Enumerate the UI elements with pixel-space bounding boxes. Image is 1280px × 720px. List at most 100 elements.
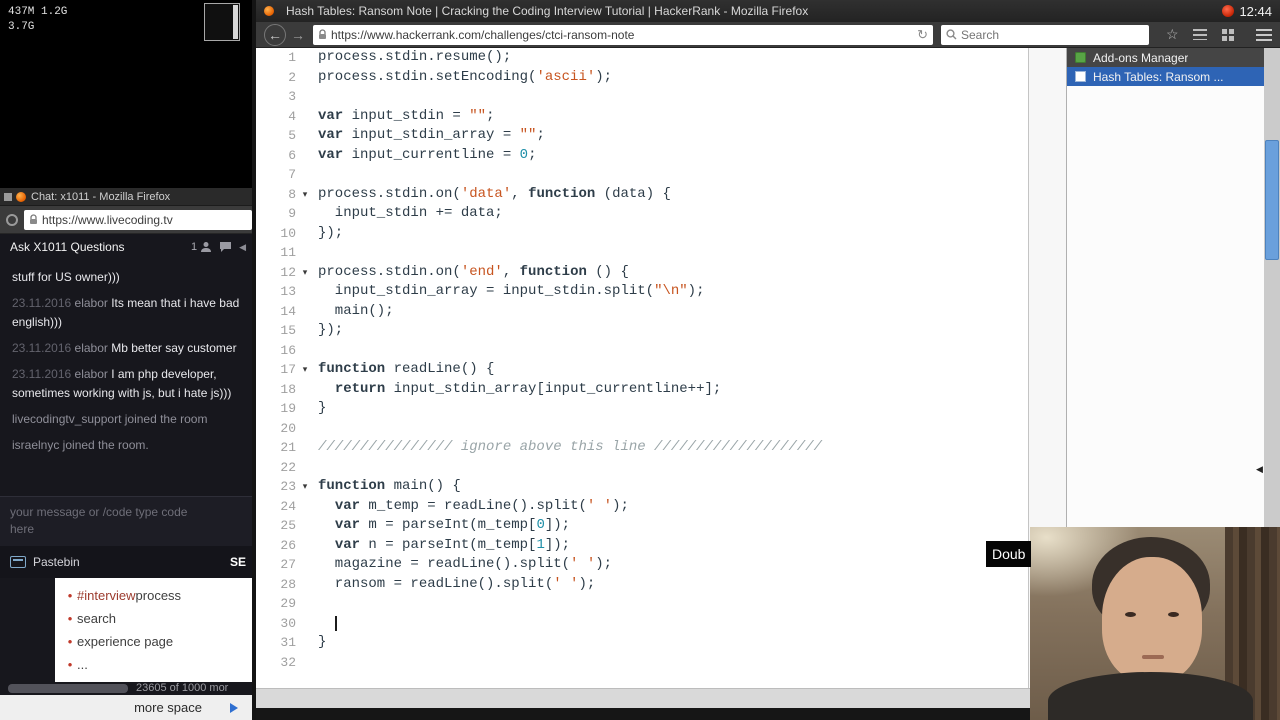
code-line[interactable]: var input_currentline = 0; — [318, 146, 1028, 166]
code-token: () { — [586, 263, 629, 280]
code-token: ); — [578, 575, 596, 592]
browser-titlebar[interactable]: Hash Tables: Ransom Note | Cracking the … — [256, 0, 1280, 22]
code-line[interactable]: process.stdin.setEncoding('ascii'); — [318, 68, 1028, 88]
code-line[interactable]: var m = parseInt(m_temp[0]); — [318, 516, 1028, 536]
search-input[interactable] — [957, 27, 1149, 42]
code-line[interactable] — [318, 594, 1028, 614]
chat-header: Ask X1011 Questions 1 ◀ — [0, 234, 252, 260]
lock-icon — [319, 29, 326, 39]
identity-icon[interactable] — [6, 213, 18, 226]
code-line[interactable] — [318, 243, 1028, 263]
code-line[interactable]: process.stdin.resume(); — [318, 48, 1028, 68]
code-line[interactable]: function main() { — [318, 477, 1028, 497]
more-space-link[interactable]: more space — [134, 700, 202, 715]
code-line[interactable]: process.stdin.on('end', function () { — [318, 263, 1028, 283]
fold-open-icon[interactable]: ▾ — [296, 189, 314, 200]
forward-button[interactable]: → — [291, 28, 305, 42]
sidebar-tab[interactable]: Add-ons Manager — [1067, 48, 1264, 67]
code-editor[interactable]: 1 2 3 4 5 6 7 8 ▾ 9 10 11 12 ▾ 13 14 15 16 17 ▾ 18 19 20 21 22 23… — [256, 48, 1029, 688]
back-button[interactable]: ← — [264, 23, 286, 46]
gutter-line: 11 — [256, 243, 314, 263]
line-number: 14 — [280, 303, 296, 319]
reload-icon[interactable]: ↻ — [917, 27, 928, 43]
chat-titlebar[interactable]: Chat: x1011 - Mozilla Firefox — [0, 188, 252, 206]
code-line[interactable]: }); — [318, 321, 1028, 341]
fold-open-icon[interactable]: ▾ — [296, 481, 314, 492]
gutter-line: 31 — [256, 633, 314, 653]
code-line[interactable]: process.stdin.on('data', function (data)… — [318, 185, 1028, 205]
editor-code[interactable]: process.stdin.resume(); process.stdin.set… — [314, 48, 1028, 688]
code-line[interactable]: return input_stdin_array[input_currentli… — [318, 380, 1028, 400]
code-line[interactable]: input_stdin_array = input_stdin.split("\… — [318, 282, 1028, 302]
bullet-icon: • — [67, 657, 73, 672]
code-token: "" — [469, 107, 487, 124]
code-line[interactable]: } — [318, 633, 1028, 653]
chat-input-placeholder: your message or /code type code here — [10, 505, 188, 536]
line-number: 9 — [288, 206, 296, 222]
line-number: 13 — [280, 284, 296, 300]
sidebar-collapse-icon[interactable]: ◀ — [1256, 464, 1263, 475]
window-menu-icon[interactable] — [4, 192, 12, 201]
code-token: var — [318, 107, 344, 124]
collapse-left-icon[interactable]: ◀ — [239, 242, 246, 253]
code-line[interactable]: ransom = readLine().split(' '); — [318, 575, 1028, 595]
search-bar[interactable] — [941, 24, 1149, 45]
code-token: readLine() { — [385, 361, 495, 377]
url-input[interactable] — [327, 27, 913, 42]
code-token: function — [519, 263, 587, 280]
url-bar[interactable]: ↻ — [313, 24, 933, 45]
gutter-line: 29 — [256, 594, 314, 614]
code-line[interactable] — [318, 458, 1028, 478]
line-number: 18 — [280, 381, 296, 397]
code-line[interactable] — [318, 614, 1028, 634]
firefox-icon — [16, 191, 26, 202]
code-line[interactable]: } — [318, 399, 1028, 419]
code-line[interactable]: }); — [318, 224, 1028, 244]
code-line[interactable]: var n = parseInt(m_temp[1]); — [318, 536, 1028, 556]
bookmarks-menu-icon[interactable] — [1192, 29, 1207, 40]
gutter-line: 21 — [256, 438, 314, 458]
code-line[interactable] — [318, 87, 1028, 107]
chat-message: 23.11.2016 elabor Its mean that i have b… — [12, 296, 240, 329]
list-item[interactable]: •... — [63, 653, 252, 676]
code-line[interactable] — [318, 165, 1028, 185]
fold-open-icon[interactable]: ▾ — [296, 364, 314, 375]
gutter-line: 17 ▾ — [256, 360, 314, 380]
gutter-line: 4 — [256, 107, 314, 127]
chat-url-bar[interactable] — [24, 209, 252, 230]
chat-message-input[interactable]: your message or /code type code here — [0, 496, 252, 546]
horizontal-scroll-area[interactable] — [256, 688, 1066, 708]
scrollbar-thumb[interactable] — [1265, 140, 1279, 260]
chat-messages[interactable]: stuff for US owner))) 23.11.2016 elabor I… — [0, 260, 252, 496]
pastebin-button[interactable]: Pastebin — [33, 555, 230, 569]
code-line[interactable] — [318, 653, 1028, 673]
line-number: 10 — [280, 225, 296, 241]
progress-pill[interactable] — [8, 684, 128, 693]
list-item[interactable]: • experience page — [63, 630, 252, 653]
code-line[interactable]: magazine = readLine().split(' '); — [318, 555, 1028, 575]
expand-triangle-icon[interactable] — [230, 702, 238, 713]
code-line[interactable]: input_stdin += data; — [318, 204, 1028, 224]
list-item[interactable]: • search — [63, 607, 252, 630]
line-number: 28 — [280, 576, 296, 592]
code-line[interactable]: main(); — [318, 302, 1028, 322]
clock-icon — [1222, 5, 1235, 17]
system-monitor: 437M 1.2G 3.7G — [8, 5, 67, 35]
list-item[interactable]: • #interview process — [63, 584, 252, 607]
code-line[interactable]: var input_stdin = ""; — [318, 107, 1028, 127]
code-line[interactable] — [318, 419, 1028, 439]
code-line[interactable]: var input_stdin_array = ""; — [318, 126, 1028, 146]
bookmark-star-icon[interactable]: ☆ — [1166, 26, 1179, 43]
tab-groups-icon[interactable] — [1221, 28, 1234, 41]
fold-open-icon[interactable]: ▾ — [296, 267, 314, 278]
send-button[interactable]: SE — [230, 555, 246, 569]
code-token: input_stdin_array = — [343, 127, 520, 143]
code-line[interactable]: //////////////// ignore above this line … — [318, 438, 1028, 458]
code-line[interactable]: function readLine() { — [318, 360, 1028, 380]
menu-icon[interactable] — [1256, 28, 1272, 41]
sidebar-tab[interactable]: Hash Tables: Ransom ... — [1067, 67, 1264, 86]
gutter-line: 10 — [256, 224, 314, 244]
code-line[interactable]: var m_temp = readLine().split(' '); — [318, 497, 1028, 517]
chat-url-input[interactable] — [38, 212, 252, 227]
code-line[interactable] — [318, 341, 1028, 361]
